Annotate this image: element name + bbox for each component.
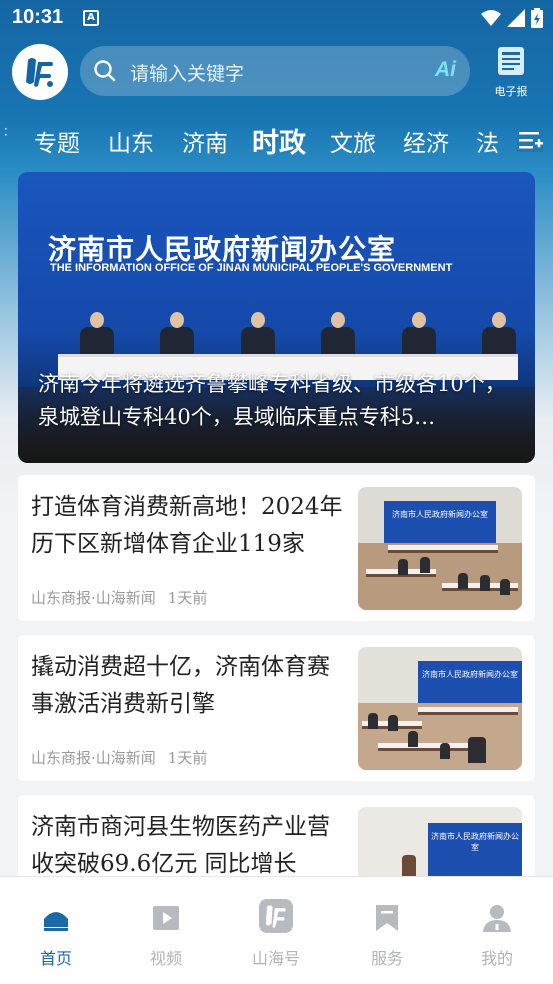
news-card[interactable]: 打造体育消费新高地！2024年历下区新增体育企业119家 山东商报·山海新闻 1天… — [18, 475, 535, 621]
epaper-label: 电子报 — [494, 85, 528, 98]
status-icons — [481, 8, 543, 28]
wifi-icon — [481, 10, 501, 26]
news-thumbnail: 济南市人民政府新闻办公室 — [358, 487, 522, 610]
news-meta: 山东商报·山海新闻 1天前 — [31, 747, 219, 768]
news-thumbnail: 济南市人民政府新闻办公室 — [358, 807, 522, 880]
tab-overflow-indicator: · · — [4, 122, 8, 142]
tab-jingji[interactable]: 经济 — [403, 124, 449, 158]
nav-home[interactable]: 首页 — [1, 877, 111, 984]
news-title: 打造体育消费新高地！2024年历下区新增体育企业119家 — [31, 494, 343, 557]
thumb-banner: 济南市人民政府新闻办公室 — [428, 823, 522, 880]
tab-jinan[interactable]: 济南 — [182, 124, 228, 158]
epaper-button[interactable]: 电子报 — [488, 46, 534, 99]
hero-title: 济南今年将遴选齐鲁攀峰专科省级、市级各10个，泉城登山专科40个，县域临床重点专… — [38, 372, 506, 429]
tab-shandong[interactable]: 山东 — [108, 124, 154, 158]
channel-tabs: · · 专题 山东 济南 时政 文旅 经济 法 — [0, 116, 553, 162]
tab-wenlv[interactable]: 文旅 — [330, 124, 376, 158]
shanhai-logo-icon — [26, 58, 53, 87]
news-time: 1天前 — [167, 589, 208, 607]
news-source: 山东商报·山海新闻 — [31, 749, 156, 767]
hero-panel-people — [78, 312, 518, 358]
signal-icon — [507, 9, 525, 27]
status-bar: 10:31 A — [0, 0, 553, 38]
news-card[interactable]: 撬动消费超十亿，济南体育赛事激活消费新引擎 山东商报·山海新闻 1天前 济南市人民… — [18, 635, 535, 781]
hero-backdrop-subtitle: THE INFORMATION OFFICE OF JINAN MUNICIPA… — [50, 262, 453, 274]
thumb-banner: 济南市人民政府新闻办公室 — [384, 501, 496, 543]
nav-shanhai-label: 山海号 — [251, 949, 300, 968]
video-icon — [153, 906, 179, 930]
news-source: 山东商报·山海新闻 — [31, 589, 156, 607]
nav-video[interactable]: 视频 — [111, 877, 221, 984]
nav-service[interactable]: 服务 — [332, 877, 442, 984]
newspaper-icon — [498, 47, 524, 75]
news-meta: 山东商报·山海新闻 1天前 — [31, 587, 219, 608]
nav-service-label: 服务 — [370, 949, 403, 968]
thumb-banner: 济南市人民政府新闻办公室 — [418, 661, 522, 703]
news-title: 济南市商河县生物医药产业营收突破69.6亿元 同比增长 — [31, 814, 330, 877]
nav-profile[interactable]: 我的 — [442, 877, 552, 984]
news-title: 撬动消费超十亿，济南体育赛事激活消费新引擎 — [31, 654, 330, 717]
search-bar[interactable]: 请输入关键字 Ai — [80, 46, 470, 96]
news-time: 1天前 — [167, 749, 208, 767]
search-placeholder: 请输入关键字 — [130, 63, 245, 85]
nav-shanhai[interactable]: 山海号 — [221, 877, 331, 984]
news-thumbnail: 济南市人民政府新闻办公室 — [358, 647, 522, 770]
nav-video-label: 视频 — [149, 949, 182, 968]
nav-home-label: 首页 — [39, 949, 72, 968]
status-time: 10:31 — [12, 6, 64, 28]
bookmark-icon — [376, 905, 398, 931]
nav-profile-label: 我的 — [480, 949, 513, 968]
ai-search-button[interactable]: Ai — [435, 58, 456, 82]
profile-icon — [483, 905, 511, 932]
news-card[interactable]: 济南市商河县生物医药产业营收突破69.6亿元 同比增长 济南市人民政府新闻办公室 — [18, 795, 535, 880]
search-icon — [94, 60, 116, 82]
home-icon — [44, 912, 68, 931]
app-logo[interactable] — [12, 44, 68, 100]
tab-shizheng[interactable]: 时政 — [252, 121, 306, 160]
bottom-navigation: 首页 视频 山海号 服务 我的 — [0, 876, 553, 984]
battery-icon — [531, 8, 543, 28]
shanhai-icon — [259, 899, 293, 933]
tab-fa[interactable]: 法 — [476, 124, 499, 158]
channel-menu-icon[interactable] — [517, 128, 543, 152]
headline-hero[interactable]: 济南市人民政府新闻办公室 THE INFORMATION OFFICE OF J… — [18, 172, 535, 463]
sim-icon: A — [83, 10, 99, 26]
tab-zhuanti[interactable]: 专题 — [34, 124, 80, 158]
